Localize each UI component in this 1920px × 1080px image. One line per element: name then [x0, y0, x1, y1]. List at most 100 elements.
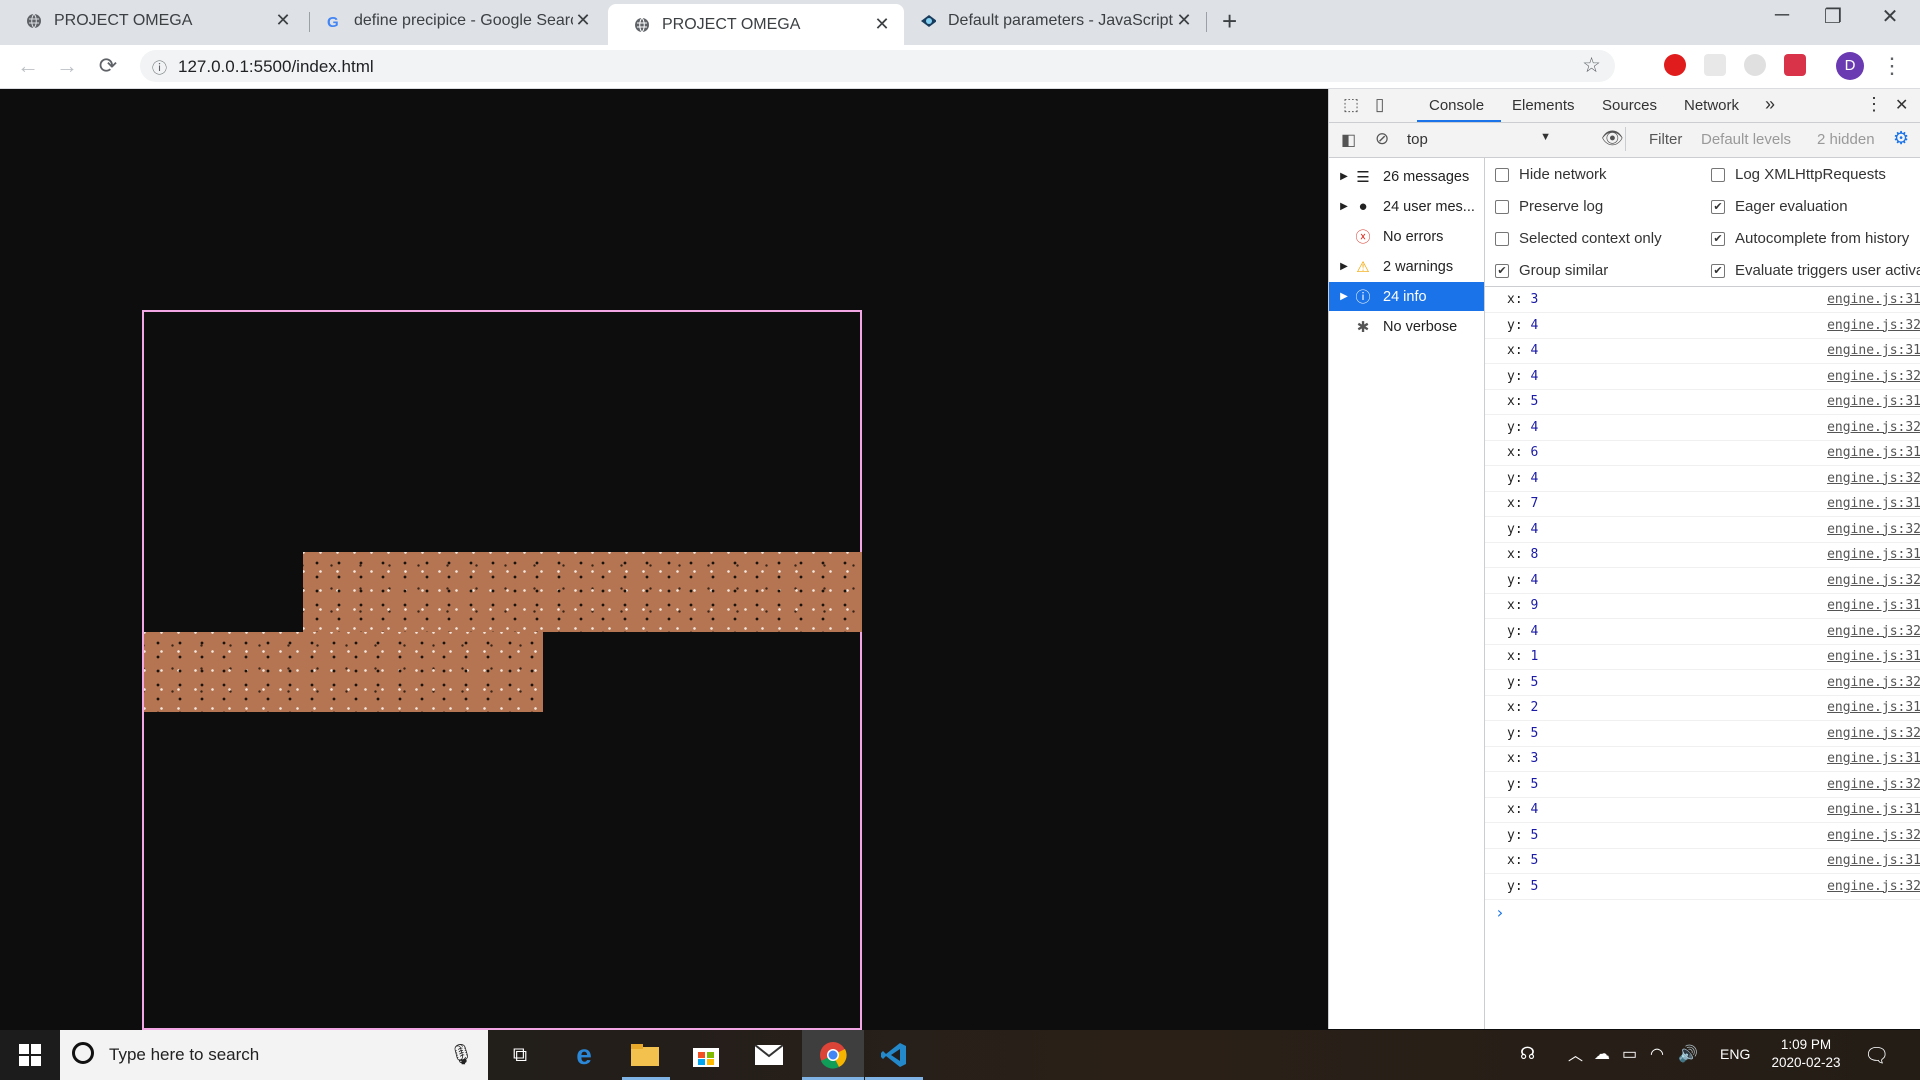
microphone-icon[interactable]: 🎙	[449, 1042, 474, 1067]
kebab-menu-icon[interactable]: ⋮	[1865, 94, 1883, 115]
tab-google-search[interactable]: G define precipice - Google Search ✕	[310, 0, 605, 41]
chrome-menu-icon[interactable]: ⋮	[1878, 53, 1906, 79]
reload-icon[interactable]: ⟳	[94, 53, 122, 79]
log-source-link[interactable]: engine.js:31	[1827, 649, 1920, 664]
log-source-link[interactable]: engine.js:31	[1827, 547, 1920, 562]
new-tab-button[interactable]: +	[1222, 6, 1237, 37]
log-source-link[interactable]: engine.js:31	[1827, 496, 1920, 511]
wifi-icon[interactable]: ◠	[1650, 1044, 1664, 1064]
info-icon[interactable]: ⓘ	[152, 57, 167, 78]
context-selector[interactable]: top ▼	[1399, 126, 1559, 152]
tab-sources[interactable]: Sources	[1602, 97, 1657, 114]
log-source-link[interactable]: engine.js:31	[1827, 751, 1920, 766]
autocomplete-history-checkbox[interactable]: ✔ Autocomplete from history	[1711, 230, 1909, 247]
log-source-link[interactable]: engine.js:31	[1827, 394, 1920, 409]
log-source-link[interactable]: engine.js:32	[1827, 828, 1920, 843]
adblock-extension-icon[interactable]	[1664, 54, 1686, 76]
tab-project-omega-active[interactable]: PROJECT OMEGA ✕	[608, 4, 904, 45]
url-text[interactable]: 127.0.0.1:5500/index.html	[178, 57, 374, 77]
onedrive-cloud-icon[interactable]: ☁	[1594, 1044, 1610, 1064]
language-indicator[interactable]: ENG	[1720, 1046, 1750, 1062]
vscode-icon[interactable]	[865, 1030, 923, 1080]
close-devtools-icon[interactable]: ✕	[1895, 95, 1908, 115]
extension-icon[interactable]	[1704, 54, 1726, 76]
log-source-link[interactable]: engine.js:31	[1827, 802, 1920, 817]
sidebar-item-info[interactable]: ▶ ⓘ 24 info	[1329, 282, 1484, 311]
checkbox-box[interactable]: ✔	[1711, 263, 1725, 278]
avatar[interactable]: D	[1836, 52, 1864, 80]
close-icon[interactable]: ✕	[273, 10, 293, 31]
selected-context-only-checkbox[interactable]: Selected context only	[1495, 230, 1662, 247]
back-arrow-icon[interactable]: ←	[14, 53, 42, 79]
log-source-link[interactable]: engine.js:31	[1827, 598, 1920, 613]
star-icon[interactable]: ☆	[1582, 53, 1601, 78]
checkbox-box[interactable]	[1495, 167, 1509, 182]
log-source-link[interactable]: engine.js:32	[1827, 522, 1920, 537]
checkbox-box[interactable]: ✔	[1711, 199, 1725, 214]
taskbar-search-box[interactable]: Type here to search 🎙	[60, 1030, 488, 1080]
mail-icon[interactable]	[740, 1030, 798, 1080]
tab-network[interactable]: Network	[1684, 97, 1739, 114]
close-icon[interactable]: ✕	[1174, 10, 1194, 31]
eye-icon[interactable]: 👁	[1601, 128, 1624, 149]
log-source-link[interactable]: engine.js:31	[1827, 700, 1920, 715]
log-source-link[interactable]: engine.js:31	[1827, 343, 1920, 358]
sidebar-toggle-icon[interactable]: ◧	[1341, 130, 1356, 150]
game-canvas[interactable]	[142, 310, 862, 1030]
log-source-link[interactable]: engine.js:32	[1827, 318, 1920, 333]
eager-evaluation-checkbox[interactable]: ✔ Eager evaluation	[1711, 198, 1848, 215]
expand-triangle-icon[interactable]: ▶	[1335, 261, 1353, 272]
log-source-link[interactable]: engine.js:32	[1827, 420, 1920, 435]
expand-triangle-icon[interactable]: ▶	[1335, 291, 1353, 302]
forward-arrow-icon[interactable]: →	[53, 53, 81, 79]
tab-console[interactable]: Console	[1429, 97, 1484, 114]
file-explorer-icon[interactable]	[616, 1030, 674, 1080]
people-icon[interactable]: ☊	[1520, 1044, 1535, 1064]
volume-icon[interactable]: 🔊	[1678, 1044, 1698, 1064]
notifications-icon[interactable]: 🗨	[1864, 1043, 1889, 1068]
edge-browser-icon[interactable]: e	[555, 1030, 613, 1080]
log-source-link[interactable]: engine.js:31	[1827, 853, 1920, 868]
inspect-element-icon[interactable]: ⬚	[1343, 95, 1359, 115]
log-source-link[interactable]: engine.js:32	[1827, 675, 1920, 690]
tab-mdn-default-parameters[interactable]: Default parameters - JavaScript | ✕	[906, 0, 1206, 41]
close-icon[interactable]: ✕	[872, 14, 892, 35]
expand-triangle-icon[interactable]: ▶	[1335, 171, 1353, 182]
sidebar-item-messages[interactable]: ▶ ☰ 26 messages	[1329, 162, 1484, 191]
sidebar-item-verbose[interactable]: ✱ No verbose	[1329, 312, 1484, 341]
chrome-taskbar-icon[interactable]	[802, 1030, 864, 1080]
store-icon[interactable]	[677, 1030, 735, 1080]
window-close-button[interactable]: ✕	[1860, 4, 1920, 29]
levels-dropdown[interactable]: Default levels	[1701, 131, 1791, 148]
address-bar[interactable]: ⓘ 127.0.0.1:5500/index.html ☆	[140, 50, 1615, 82]
sidebar-item-errors[interactable]: ⓧ No errors	[1329, 222, 1484, 251]
expand-triangle-icon[interactable]: ▶	[1335, 201, 1353, 212]
checkbox-box[interactable]: ✔	[1711, 231, 1725, 246]
checkbox-box[interactable]: ✔	[1495, 263, 1509, 278]
tab-elements[interactable]: Elements	[1512, 97, 1575, 114]
log-source-link[interactable]: engine.js:32	[1827, 573, 1920, 588]
evaluate-triggers-checkbox[interactable]: ✔ Evaluate triggers user activa	[1711, 262, 1920, 279]
restore-button[interactable]: ❐	[1803, 4, 1863, 29]
battery-icon[interactable]: ▭	[1622, 1044, 1637, 1064]
log-source-link[interactable]: engine.js:31	[1827, 292, 1920, 307]
log-xmlhttprequests-checkbox[interactable]: Log XMLHttpRequests	[1711, 166, 1886, 183]
windows-start-icon[interactable]	[0, 1030, 60, 1080]
close-icon[interactable]: ✕	[573, 10, 593, 31]
filter-input[interactable]: Filter	[1649, 131, 1682, 148]
clear-console-icon[interactable]: ⊘	[1375, 129, 1389, 149]
log-source-link[interactable]: engine.js:32	[1827, 471, 1920, 486]
log-source-link[interactable]: engine.js:32	[1827, 879, 1920, 894]
checkbox-box[interactable]	[1711, 167, 1725, 182]
checkbox-box[interactable]	[1495, 231, 1509, 246]
log-source-link[interactable]: engine.js:32	[1827, 777, 1920, 792]
log-source-link[interactable]: engine.js:32	[1827, 726, 1920, 741]
extension-icon[interactable]	[1744, 54, 1766, 76]
gear-icon[interactable]: ⚙	[1893, 128, 1909, 149]
device-toolbar-icon[interactable]: ▯	[1375, 95, 1384, 115]
group-similar-checkbox[interactable]: ✔ Group similar	[1495, 262, 1608, 279]
sidebar-item-user-messages[interactable]: ▶ ● 24 user mes...	[1329, 192, 1484, 221]
chevron-up-icon[interactable]: ︿	[1568, 1044, 1583, 1065]
more-tabs-icon[interactable]: »	[1765, 94, 1775, 115]
pocket-extension-icon[interactable]	[1784, 54, 1806, 76]
